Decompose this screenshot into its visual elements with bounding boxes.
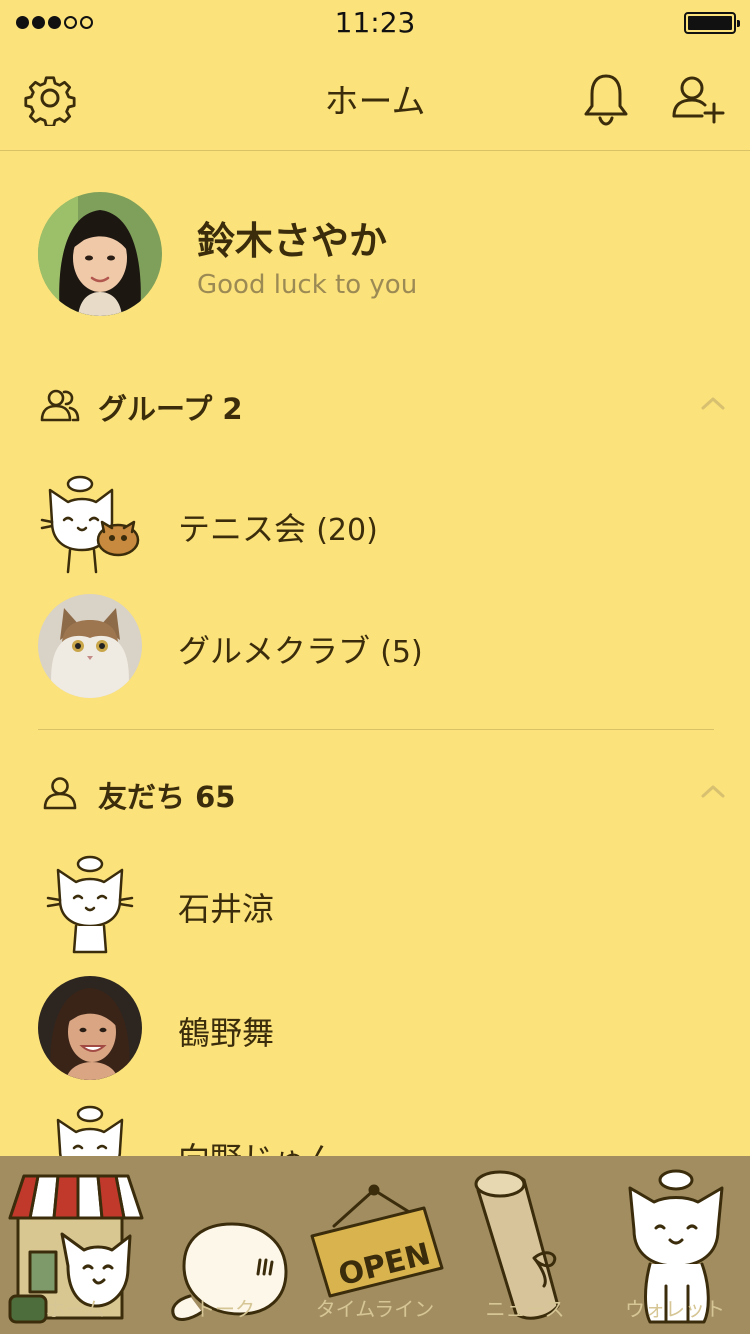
tab-home[interactable]: ホーム [0, 1156, 150, 1334]
status-time: 11:23 [334, 6, 416, 39]
profile-status-message: Good luck to you [197, 270, 418, 300]
avatar [38, 976, 142, 1080]
bell-icon [584, 74, 628, 126]
member-count: (20) [316, 513, 378, 548]
friend-name: 石井涼 [178, 890, 275, 928]
add-friend-button[interactable] [670, 70, 726, 126]
friends-section-header[interactable]: 友だち 65 [0, 752, 750, 832]
avatar [38, 192, 162, 316]
tab-label: ウォレット [625, 1297, 725, 1321]
friend-row[interactable]: 石井涼 [0, 848, 750, 958]
tab-talk[interactable]: トーク [150, 1156, 300, 1334]
member-count: (5) [380, 635, 423, 670]
add-friend-icon [672, 76, 725, 124]
cat-sticker-avatar [38, 852, 142, 956]
tab-label: ニュース [485, 1297, 565, 1321]
tab-timeline[interactable]: OPEN タイムライン [300, 1156, 450, 1334]
groups-section-title: グループ 2 [98, 392, 243, 426]
group-icon [40, 388, 80, 422]
groups-section-header[interactable]: グループ 2 [0, 364, 750, 444]
status-bar: 11:23 [0, 0, 750, 46]
section-divider [38, 729, 714, 730]
battery-icon [684, 12, 740, 34]
friends-section-title: 友だち 65 [98, 780, 236, 814]
nav-bar: ホーム [0, 46, 750, 151]
chevron-up-icon[interactable] [698, 776, 728, 806]
profile-name: 鈴木さやか [197, 219, 388, 263]
tab-bar: ホーム トーク OPEN タイムライン ニュース ウォレット [0, 1156, 750, 1334]
group-name: テニス会 (20) [178, 510, 378, 548]
group-name: グルメクラブ (5) [178, 632, 423, 670]
person-icon [40, 776, 80, 810]
tab-label: タイムライン [315, 1297, 435, 1321]
friend-name: 鶴野舞 [178, 1014, 275, 1052]
my-profile[interactable]: 鈴木さやか Good luck to you [0, 150, 750, 360]
friend-row[interactable]: 鶴野舞 [0, 972, 750, 1082]
tab-label: トーク [195, 1297, 255, 1321]
page-title: ホーム [324, 82, 426, 122]
chevron-up-icon[interactable] [698, 388, 728, 418]
cat-sticker-avatar [38, 472, 142, 576]
group-row[interactable]: テニス会 (20) [0, 468, 750, 578]
notifications-button[interactable] [578, 70, 634, 126]
tab-label: ホーム [45, 1297, 105, 1321]
group-row[interactable]: グルメクラブ (5) [0, 590, 750, 700]
tab-wallet[interactable]: ウォレット [600, 1156, 750, 1334]
tab-news[interactable]: ニュース [450, 1156, 600, 1334]
cat-photo-avatar [38, 594, 142, 698]
